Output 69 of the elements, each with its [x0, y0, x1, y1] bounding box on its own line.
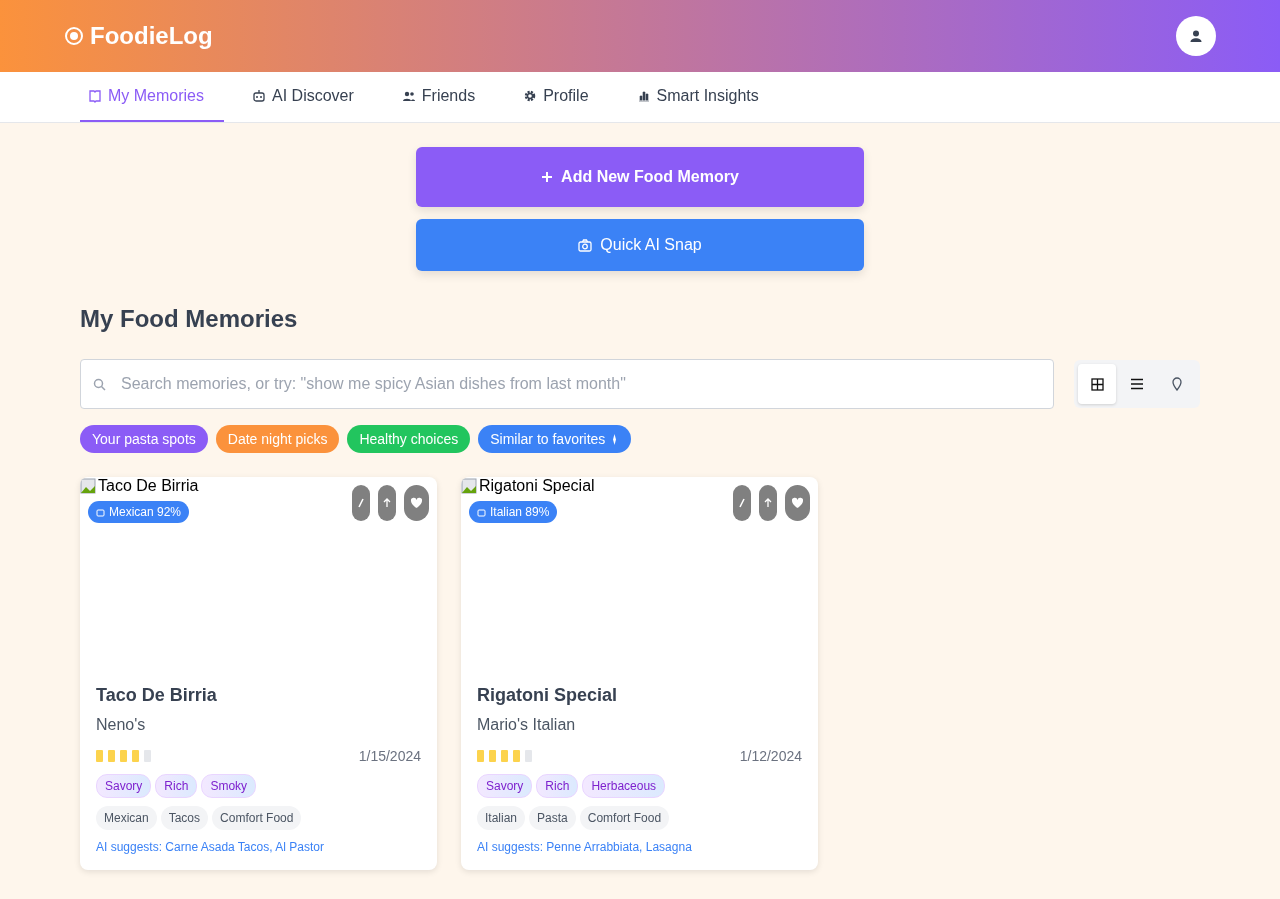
heart-icon [410, 497, 423, 509]
nav-tab[interactable]: AI Discover [244, 72, 374, 122]
cuisine-badge: Italian 89% [469, 501, 558, 523]
dish-title: Taco De Birria [96, 685, 218, 706]
image-alt-text: Taco De Birria [98, 477, 199, 495]
share-icon [764, 497, 772, 509]
category-tag: Pasta [529, 806, 576, 830]
brand-title: FoodieLog [64, 22, 213, 50]
suggestion-chip[interactable]: Date night picks [215, 425, 340, 453]
restaurant-name: Neno's [96, 716, 147, 734]
people-icon [401, 89, 416, 103]
book-icon [88, 89, 102, 103]
flavor-tag: Rich [155, 774, 198, 798]
memory-date: 1/15/2024 [358, 748, 421, 764]
heart-icon [791, 497, 804, 509]
list-icon [1130, 378, 1144, 390]
search-field[interactable]: Search memories, or try: "show me spicy Asian dishes from last month" [80, 359, 1054, 409]
ai-suggestion: AI suggests: Penne Arrabbiata, Lasagna [477, 840, 693, 854]
suggestion-chip[interactable]: Healthy choices [347, 425, 471, 453]
category-tag: Tacos [160, 806, 209, 830]
restaurant-name: Mario's Italian [477, 716, 577, 734]
view-mode-button[interactable] [1078, 364, 1116, 404]
category-tag: Comfort Food [579, 806, 670, 830]
dish-title: Rigatoni Special [477, 685, 619, 706]
share-button[interactable] [378, 485, 396, 521]
flavor-tag: Rich [536, 774, 579, 798]
category-tag: Comfort Food [212, 806, 302, 830]
category-tag: Mexican [96, 806, 157, 830]
user-menu-button[interactable] [1176, 16, 1216, 56]
flavor-tag: Savory [477, 774, 533, 798]
share-button[interactable] [759, 485, 777, 521]
ai-suggestion: AI suggests: Carne Asada Tacos, Al Pastor [96, 840, 325, 854]
camera-icon [578, 238, 593, 252]
user-icon [1189, 29, 1203, 43]
favorite-button[interactable] [404, 485, 429, 521]
add-memory-button[interactable]: Add New Food Memory [416, 147, 864, 207]
plate-icon [64, 26, 84, 46]
suggestion-chip[interactable]: Your pasta spots [80, 425, 208, 453]
gear-icon [523, 89, 538, 103]
nav-tab[interactable]: My Memories [80, 72, 224, 122]
broken-image-icon [461, 478, 477, 494]
share-icon [383, 497, 391, 509]
favorite-button[interactable] [785, 485, 810, 521]
nav-tab[interactable]: Profile [515, 72, 609, 122]
map-pin-icon [1172, 377, 1182, 391]
memory-card[interactable]: Taco De Birria Mexican 92% Taco De Birria Neno's 1/15/2024 Savory Rich Smoky Mexican Tacos Comfort Food AI suggests: Carne Asada Tacos, Al Pastor [80, 477, 437, 870]
nav-tab[interactable]: Smart Insights [628, 72, 779, 122]
flavor-tag: Savory [96, 774, 152, 798]
image-alt-text: Rigatoni Special [479, 477, 595, 495]
robot-icon [96, 507, 105, 517]
edit-button[interactable] [733, 485, 751, 521]
grid-icon [1090, 377, 1104, 391]
section-heading: My Food Memories [80, 305, 299, 333]
memory-date: 1/12/2024 [739, 748, 802, 764]
cuisine-badge: Mexican 92% [88, 501, 190, 523]
edit-button[interactable] [352, 485, 370, 521]
plus-icon [541, 171, 554, 183]
category-tag: Italian [477, 806, 526, 830]
suggestion-chip[interactable]: Similar to favorites [478, 425, 632, 453]
search-icon [93, 378, 106, 391]
nav-tab[interactable]: Friends [393, 72, 496, 122]
quick-snap-button[interactable]: Quick AI Snap [416, 219, 864, 271]
flavor-tag: Herbaceous [582, 774, 666, 798]
robot-icon [252, 89, 266, 103]
robot-icon [477, 507, 486, 517]
chart-icon [636, 89, 651, 103]
memory-card[interactable]: Rigatoni Special Italian 89% Rigatoni Special Mario's Italian 1/12/2024 Savory Rich Herbaceous Italian Pasta Comfort Food AI suggests: Penne Arrabbiata, Lasagna [461, 477, 818, 870]
flavor-tag: Smoky [201, 774, 257, 798]
broken-image-icon [80, 478, 96, 494]
